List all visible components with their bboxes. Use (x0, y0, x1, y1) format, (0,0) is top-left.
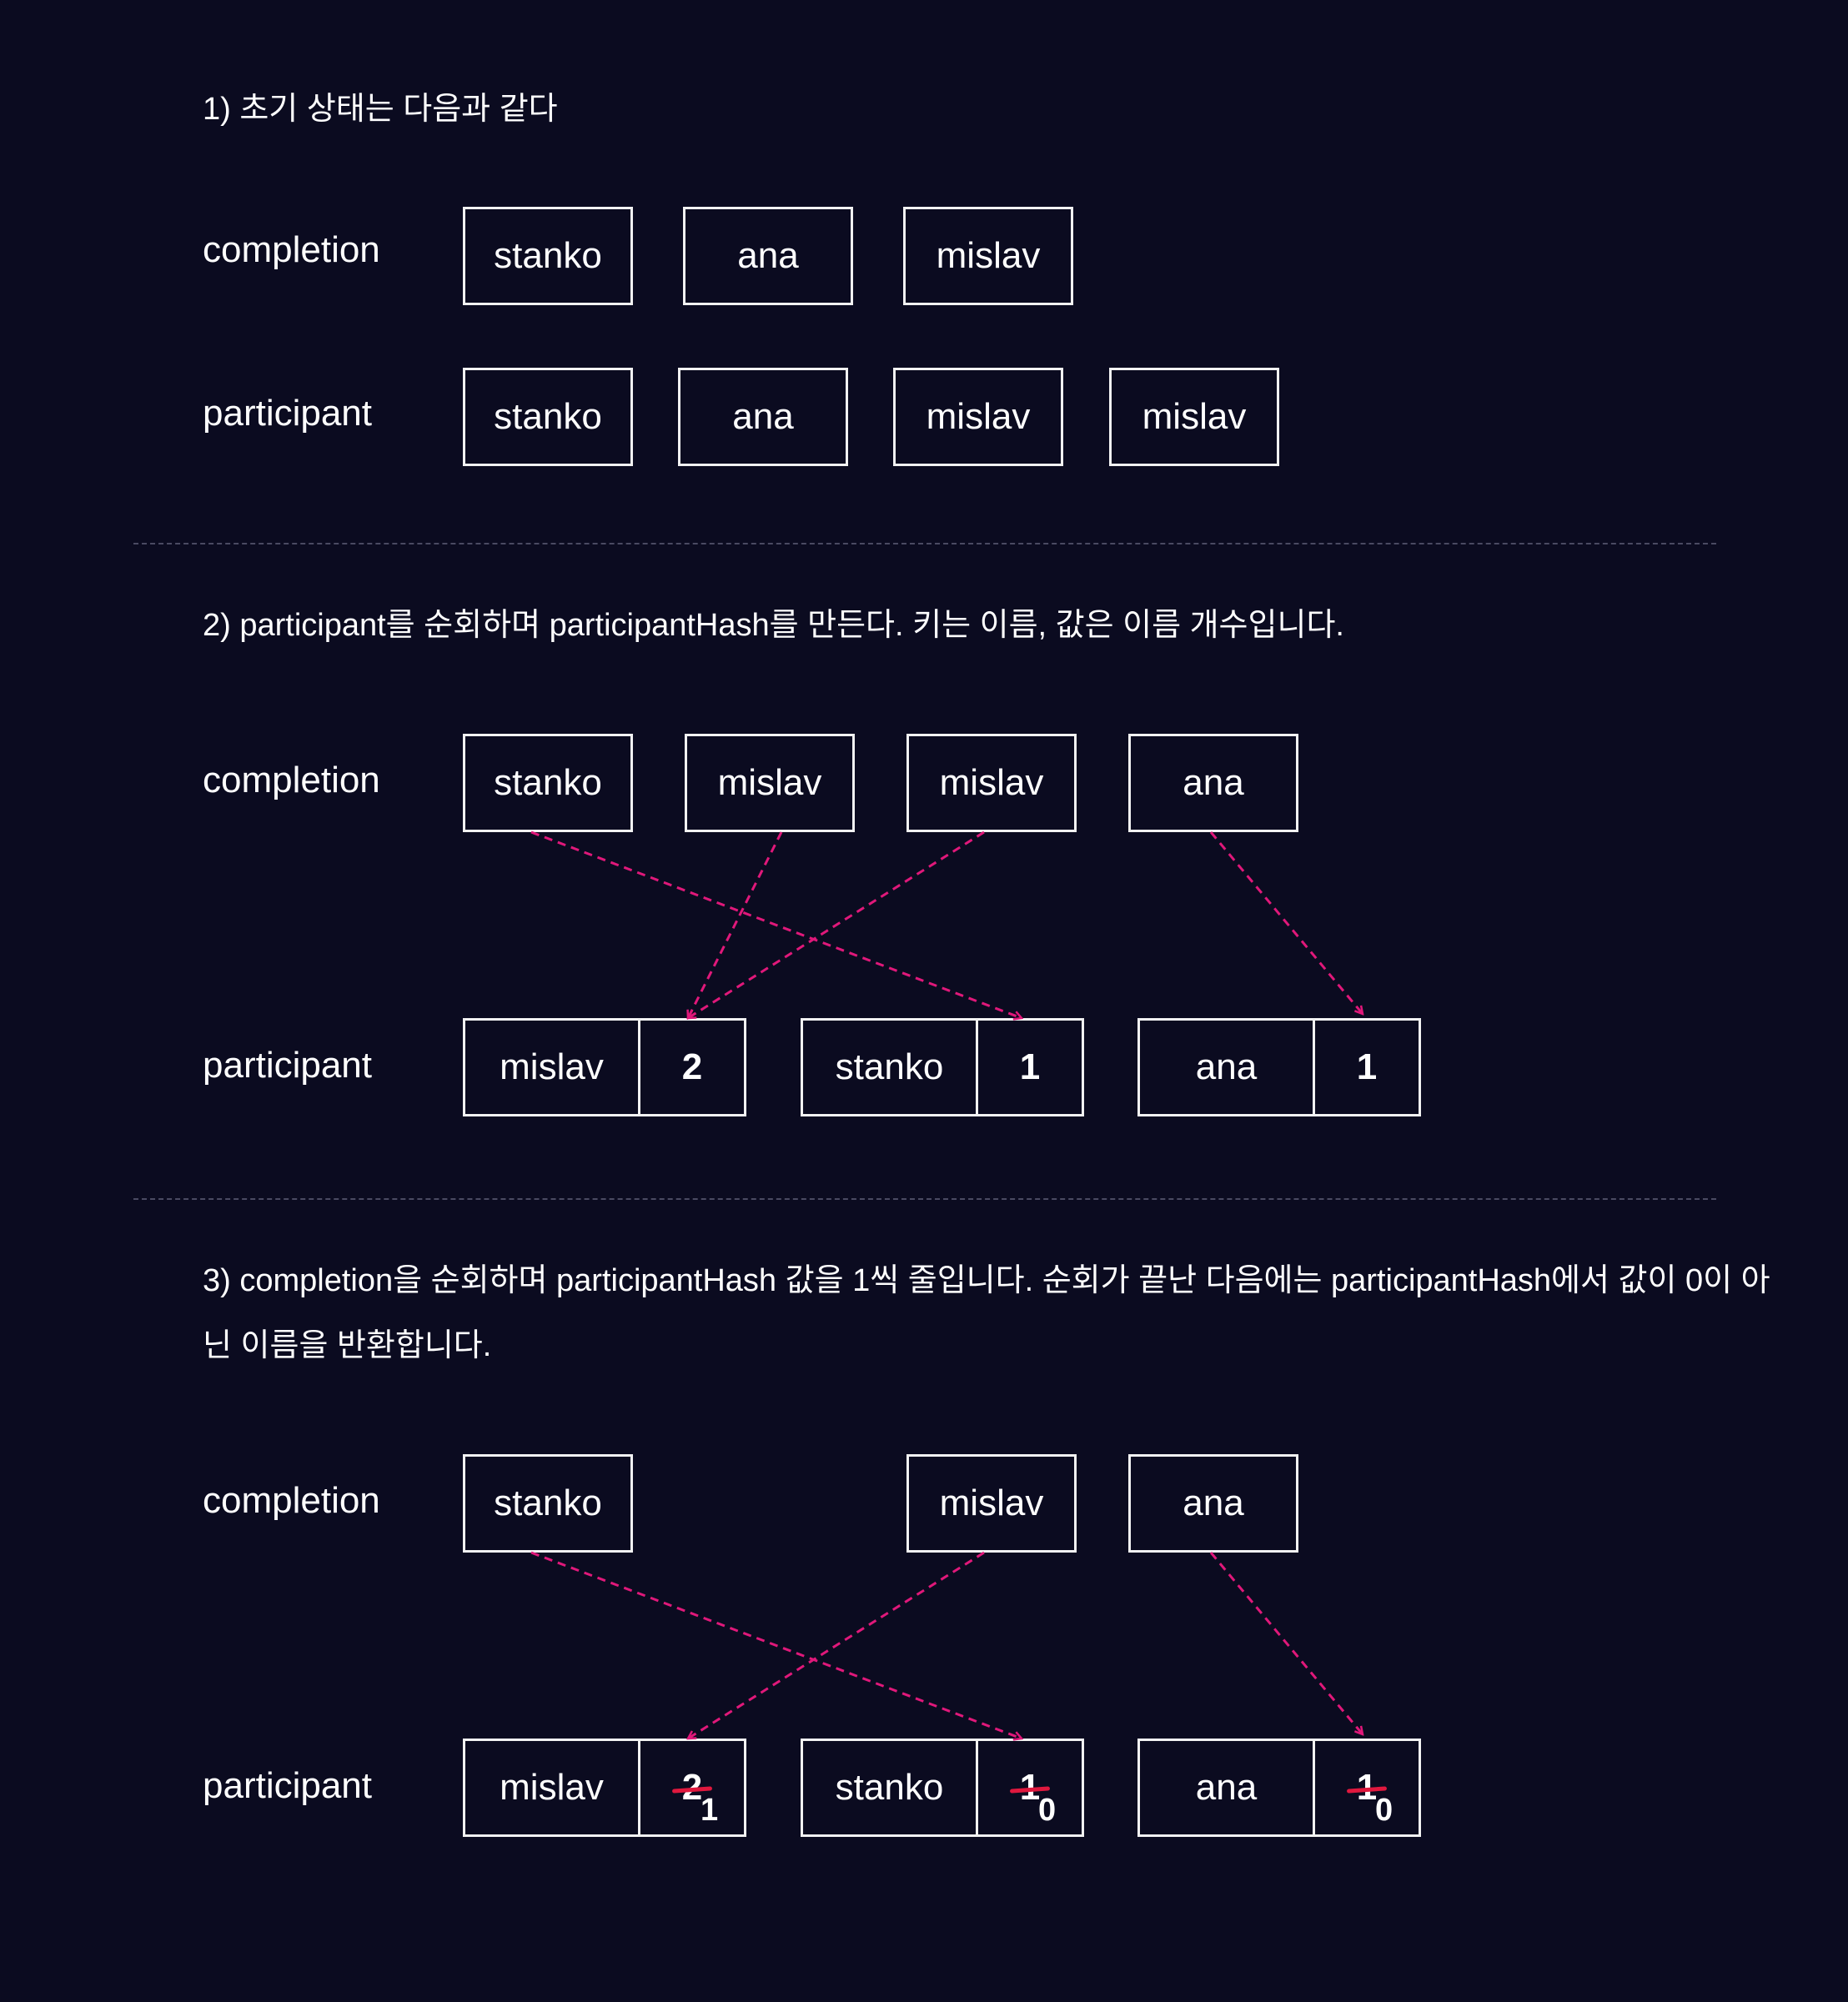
arrow-ana-to-hash (1209, 831, 1363, 1014)
arrow-mislav-to-hash (688, 831, 783, 1018)
arrow-ana-to-hash (1209, 1552, 1363, 1734)
arrow-stanko-to-hash (530, 830, 1022, 1018)
arrow-stanko-to-hash (530, 1551, 1022, 1739)
arrow-layer (530, 830, 1848, 2002)
arrow-mislav-to-hash (688, 830, 985, 1018)
arrow-mislav-to-hash (688, 1551, 985, 1739)
